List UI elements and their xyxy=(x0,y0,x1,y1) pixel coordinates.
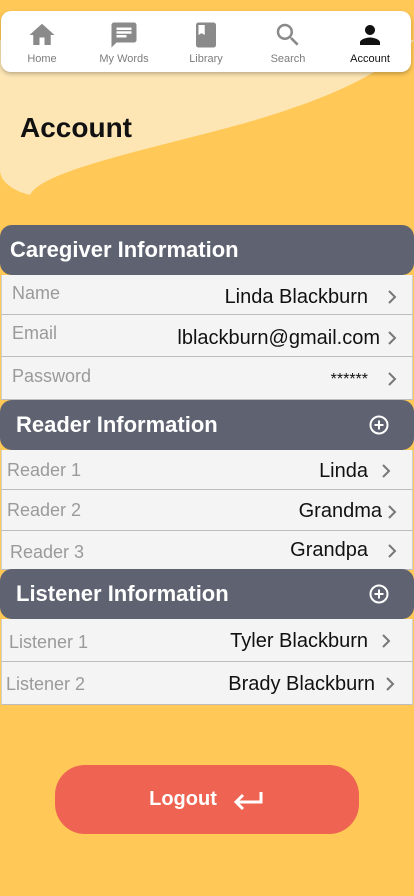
row-label: Reader 3 xyxy=(10,542,85,562)
nav-item-my-words[interactable]: My Words xyxy=(83,11,165,72)
nav-label-my-words: My Words xyxy=(99,53,149,65)
row-value: ****** xyxy=(330,371,368,388)
listener-row-2[interactable]: Listener 2 Brady Blackburn xyxy=(1,662,413,705)
add-circle-icon[interactable] xyxy=(368,583,390,605)
chevron-right-icon xyxy=(388,372,397,386)
row-label: Listener 1 xyxy=(9,632,89,652)
return-arrow-icon xyxy=(233,791,263,810)
book-icon xyxy=(196,22,216,48)
nav-item-library[interactable]: Library xyxy=(165,11,247,72)
row-label: Name xyxy=(12,283,61,303)
chevron-right-icon xyxy=(388,331,397,345)
row-value: Grandma xyxy=(298,500,382,522)
reader-section-header: Reader Information xyxy=(0,400,414,450)
reader-row-2[interactable]: Reader 2 Grandma xyxy=(1,490,413,531)
row-label: Email xyxy=(12,323,58,343)
nav-item-home[interactable]: Home xyxy=(1,11,83,72)
row-value: Linda Blackburn xyxy=(224,286,368,308)
chevron-right-icon xyxy=(382,634,391,648)
reader-section-title: Reader Information xyxy=(16,412,218,437)
caregiver-row-email[interactable]: Email lblackburn@gmail.com xyxy=(1,315,413,357)
chevron-right-icon xyxy=(388,505,397,519)
row-value: lblackburn@gmail.com xyxy=(177,327,380,349)
home-icon xyxy=(29,23,55,45)
caregiver-section-title: Caregiver Information xyxy=(10,237,239,262)
chevron-right-icon xyxy=(386,677,395,691)
caregiver-row-password[interactable]: Password ****** xyxy=(1,357,413,400)
row-value: Grandpa xyxy=(290,539,368,561)
chevron-right-icon xyxy=(388,290,397,304)
nav-label-library: Library xyxy=(189,53,223,65)
listener-row-1[interactable]: Listener 1 Tyler Blackburn xyxy=(1,619,413,662)
add-circle-icon[interactable] xyxy=(368,414,390,436)
row-value: Brady Blackburn xyxy=(228,673,375,695)
person-icon xyxy=(360,25,380,45)
caregiver-row-name[interactable]: Name Linda Blackburn xyxy=(1,275,413,315)
logout-button[interactable]: Logout xyxy=(55,765,359,834)
chevron-right-icon xyxy=(382,464,391,478)
reader-row-1[interactable]: Reader 1 Linda xyxy=(1,450,413,490)
nav-item-search[interactable]: Search xyxy=(247,11,329,72)
chevron-right-icon xyxy=(388,544,397,558)
listener-section-title: Listener Information xyxy=(16,581,229,606)
row-value: Tyler Blackburn xyxy=(230,630,368,652)
row-value: Linda xyxy=(319,460,368,482)
nav-label-account: Account xyxy=(350,53,390,65)
caregiver-section-header: Caregiver Information xyxy=(0,225,414,275)
nav-item-account[interactable]: Account xyxy=(329,11,411,72)
logout-label: Logout xyxy=(149,788,217,810)
row-label: Listener 2 xyxy=(6,674,86,694)
message-icon xyxy=(111,22,137,48)
row-label: Password xyxy=(12,366,92,386)
row-label: Reader 1 xyxy=(7,460,82,480)
row-label: Reader 2 xyxy=(7,500,82,520)
top-navigation: Home My Words Library Search Account xyxy=(1,11,411,72)
listener-section-header: Listener Information xyxy=(0,569,414,619)
nav-label-home: Home xyxy=(27,53,57,65)
search-icon xyxy=(276,23,299,46)
nav-label-search: Search xyxy=(270,53,306,65)
page-title: Account xyxy=(20,112,132,143)
reader-row-3[interactable]: Reader 3 Grandpa xyxy=(1,531,413,570)
